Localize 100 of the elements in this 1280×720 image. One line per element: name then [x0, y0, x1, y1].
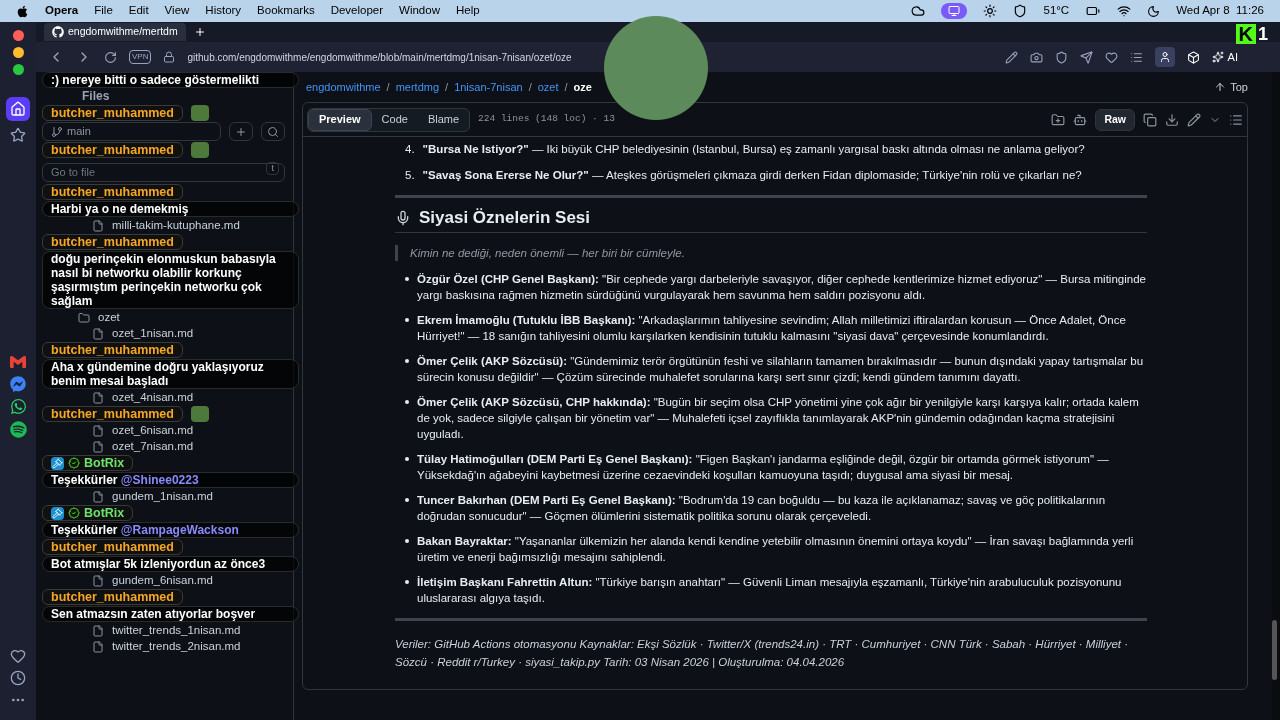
arrow-up-icon — [1214, 81, 1227, 93]
bullet-icon — [405, 277, 409, 281]
shortcut-key: t — [266, 162, 279, 175]
file-tree-item[interactable]: ozet_7nisan.md — [42, 439, 285, 454]
monitor-icon — [948, 5, 961, 17]
cube-icon[interactable] — [1186, 50, 1200, 64]
emote-placeholder — [190, 142, 209, 158]
mail-icon[interactable] — [10, 353, 26, 370]
raw-button[interactable]: Raw — [1095, 108, 1135, 131]
file-tree-item[interactable]: ozet_1nisan.md — [42, 326, 285, 341]
menu-item[interactable]: Window — [399, 2, 440, 20]
file-tree-item[interactable]: milli-takim-kutuphane.md — [42, 218, 285, 233]
ai-button[interactable]: AI — [1211, 48, 1238, 66]
vpn-badge[interactable]: VPN — [129, 50, 152, 64]
chat-message: Teşekkürler @RampageWackson — [42, 522, 299, 538]
menu-item[interactable]: History — [205, 2, 242, 20]
file-icon — [92, 574, 104, 587]
bullet-text: Ömer Çelik (AKP Sözcüsü, CHP hakkında): "Bugün bir seçim olsa CHP yönetimi yine çok ağır bir yenilgiyle karşı karşıya kalır; ortada kalem de yok, sadece silgiyle çalışan bir yönetim var" — Muhalefeti içsel zayıflıkla tanımlayarak AKP'nin gündemin odağından kaçma stratejisini uyguladı. — [417, 395, 1140, 442]
home-icon — [10, 101, 26, 117]
browser-tab[interactable]: engdomwithme/mertdm — [44, 23, 186, 41]
view-tab[interactable]: Preview — [308, 108, 372, 131]
view-tab[interactable]: Blame — [417, 108, 470, 131]
heart-icon[interactable] — [1104, 50, 1118, 64]
microphone-icon — [395, 210, 411, 226]
screen-share-pill[interactable] — [941, 3, 968, 19]
menu-item[interactable]: Bookmarks — [257, 2, 315, 20]
send-icon[interactable] — [1079, 50, 1093, 64]
menu-item[interactable]: Help — [455, 2, 480, 20]
minimize-light[interactable] — [12, 47, 24, 58]
profile-button[interactable] — [1154, 47, 1175, 67]
copy-icon[interactable] — [1143, 112, 1157, 127]
camera-icon[interactable] — [1029, 50, 1043, 64]
chat-message: :) nereye bitti o sadece göstermelikti — [42, 72, 299, 88]
bot-icon[interactable] — [1073, 112, 1088, 127]
apple-icon[interactable] — [16, 4, 29, 18]
messenger-icon[interactable] — [10, 375, 26, 392]
cloud-icon[interactable] — [911, 4, 926, 18]
breadcrumb-link[interactable]: mertdmg — [395, 78, 440, 96]
zoom-light[interactable] — [12, 64, 24, 75]
star-icon[interactable] — [10, 127, 26, 143]
clock: Wed Apr 8 11:26 — [1176, 3, 1264, 19]
file-tree-item[interactable]: gundem_1nisan.md — [42, 489, 285, 504]
battery-icon[interactable] — [1085, 4, 1102, 18]
clock-icon[interactable] — [10, 670, 26, 686]
file-icon — [92, 624, 104, 637]
scrollbar-thumb[interactable] — [1272, 620, 1277, 680]
download-icon[interactable] — [1165, 112, 1179, 127]
menu-item[interactable]: Developer — [330, 2, 384, 20]
hammer-icon — [51, 456, 64, 470]
chat-message: doğu perinçekin elonmuskun babasıyla nasıl bi networku olabilir korkunç şaşırmıştım perinçekin networku çok sağlam — [42, 251, 299, 309]
top-link[interactable]: Top — [1214, 78, 1248, 96]
list-number: 4. — [405, 142, 415, 157]
menu-item[interactable]: File — [94, 2, 113, 20]
blockquote: Kimin ne dediği, neden önemli — her biri bir cümleyle. — [410, 247, 685, 259]
file-tree-item[interactable]: twitter_trends_1nisan.md — [42, 623, 285, 638]
file-tree-item[interactable]: twitter_trends_2nisan.md — [42, 639, 285, 654]
chat-username: butcher_muhammed — [51, 590, 174, 604]
chat-message: Sen atmazsın zaten atıyorlar boşver — [42, 606, 299, 622]
outline-icon[interactable] — [1229, 112, 1243, 127]
moon-icon[interactable] — [1147, 4, 1161, 18]
url-field[interactable]: github.com/engdomwithme/engdomwithme/blob/main/mertdmg/1nisan-7nisan/ozet/oze — [187, 49, 572, 65]
shield-icon[interactable] — [1013, 4, 1028, 18]
bullet-text: Tülay Hatimoğulları (DEM Parti Eş Genel Başkanı): "Figen Başkan'ı jandarma eşliğinde değil, özgür bir ortamda görmek istiyorum" — Yüksekdağ'ın ağabeyini kaybetmesi üzerine cezaevindeki koşulları kamuoyuna taşıdı; duygusal ama siyasi bir mesaj. — [417, 452, 1110, 483]
breadcrumb-link[interactable]: 1nisan-7nisan — [454, 78, 523, 96]
reload-icon[interactable] — [104, 50, 117, 64]
breadcrumb-link[interactable]: ozet — [537, 78, 559, 96]
menu-item[interactable]: Edit — [128, 2, 149, 20]
file-tree-item[interactable]: gundem_6nisan.md — [42, 573, 285, 588]
search-button[interactable] — [261, 122, 285, 141]
file-tree-item[interactable]: ozet_4nisan.md — [42, 390, 285, 405]
whatsapp-icon[interactable] — [9, 397, 27, 415]
list-icon[interactable] — [1129, 50, 1143, 64]
file-icon — [92, 640, 104, 653]
sun-icon[interactable] — [983, 4, 998, 18]
file-icon — [92, 424, 104, 437]
app-menu[interactable]: Opera — [45, 2, 79, 20]
file-tree-item[interactable]: ozet_6nisan.md — [42, 423, 285, 438]
bullet-text: Ekrem İmamoğlu (Tutuklu İBB Başkanı): "Arkadaşlarımın tahliyesine sevindim; Allah milletimizi iftiralardan korusun — Önce Adalet, Önce Hürriyet!" — 18 sanığın tahliyesini olumlu karşılarken kendisinin tutuklu kalmasını "siyasi dava" çerçevesinde konumlandırdı. — [417, 313, 1127, 344]
bullet-text: Tuncer Bakırhan (DEM Parti Eş Genel Başkanı): "Bodrum'da 19 can boğuldu — bu kaza ile açıklanamaz; savaş ve göç politikalarının doğrudan sonucudur" — Göçmen ölümlerini sistematik politika sorunu olarak çerçeveledi. — [417, 493, 1107, 524]
tab-title: engdomwithme/mertdm — [68, 24, 178, 40]
temperature: 51°C — [1043, 3, 1070, 19]
pencil-icon[interactable] — [1187, 112, 1201, 127]
path-separator: / — [445, 79, 449, 95]
heart-icon[interactable] — [10, 648, 26, 664]
file-info: 224 lines (148 loc) · 13 — [478, 112, 615, 127]
wifi-icon[interactable] — [1117, 4, 1132, 18]
branch-selector[interactable]: main — [42, 122, 221, 141]
close-light[interactable] — [12, 30, 24, 41]
edit-icon[interactable] — [1004, 50, 1018, 64]
shield-icon[interactable] — [1054, 50, 1068, 64]
spotify-icon[interactable] — [9, 420, 27, 438]
folder-tree-item[interactable]: ozet — [42, 310, 285, 325]
plus-icon — [235, 125, 247, 138]
view-tab[interactable]: Code — [371, 108, 418, 131]
new-tab-icon[interactable] — [193, 26, 206, 38]
folder-plus-icon[interactable] — [1051, 112, 1066, 127]
breadcrumb-link[interactable]: engdomwithme — [306, 78, 381, 96]
chat-message: Harbi ya o ne demekmiş — [42, 201, 299, 217]
home-button[interactable] — [6, 97, 30, 121]
menu-item[interactable]: View — [164, 2, 190, 20]
